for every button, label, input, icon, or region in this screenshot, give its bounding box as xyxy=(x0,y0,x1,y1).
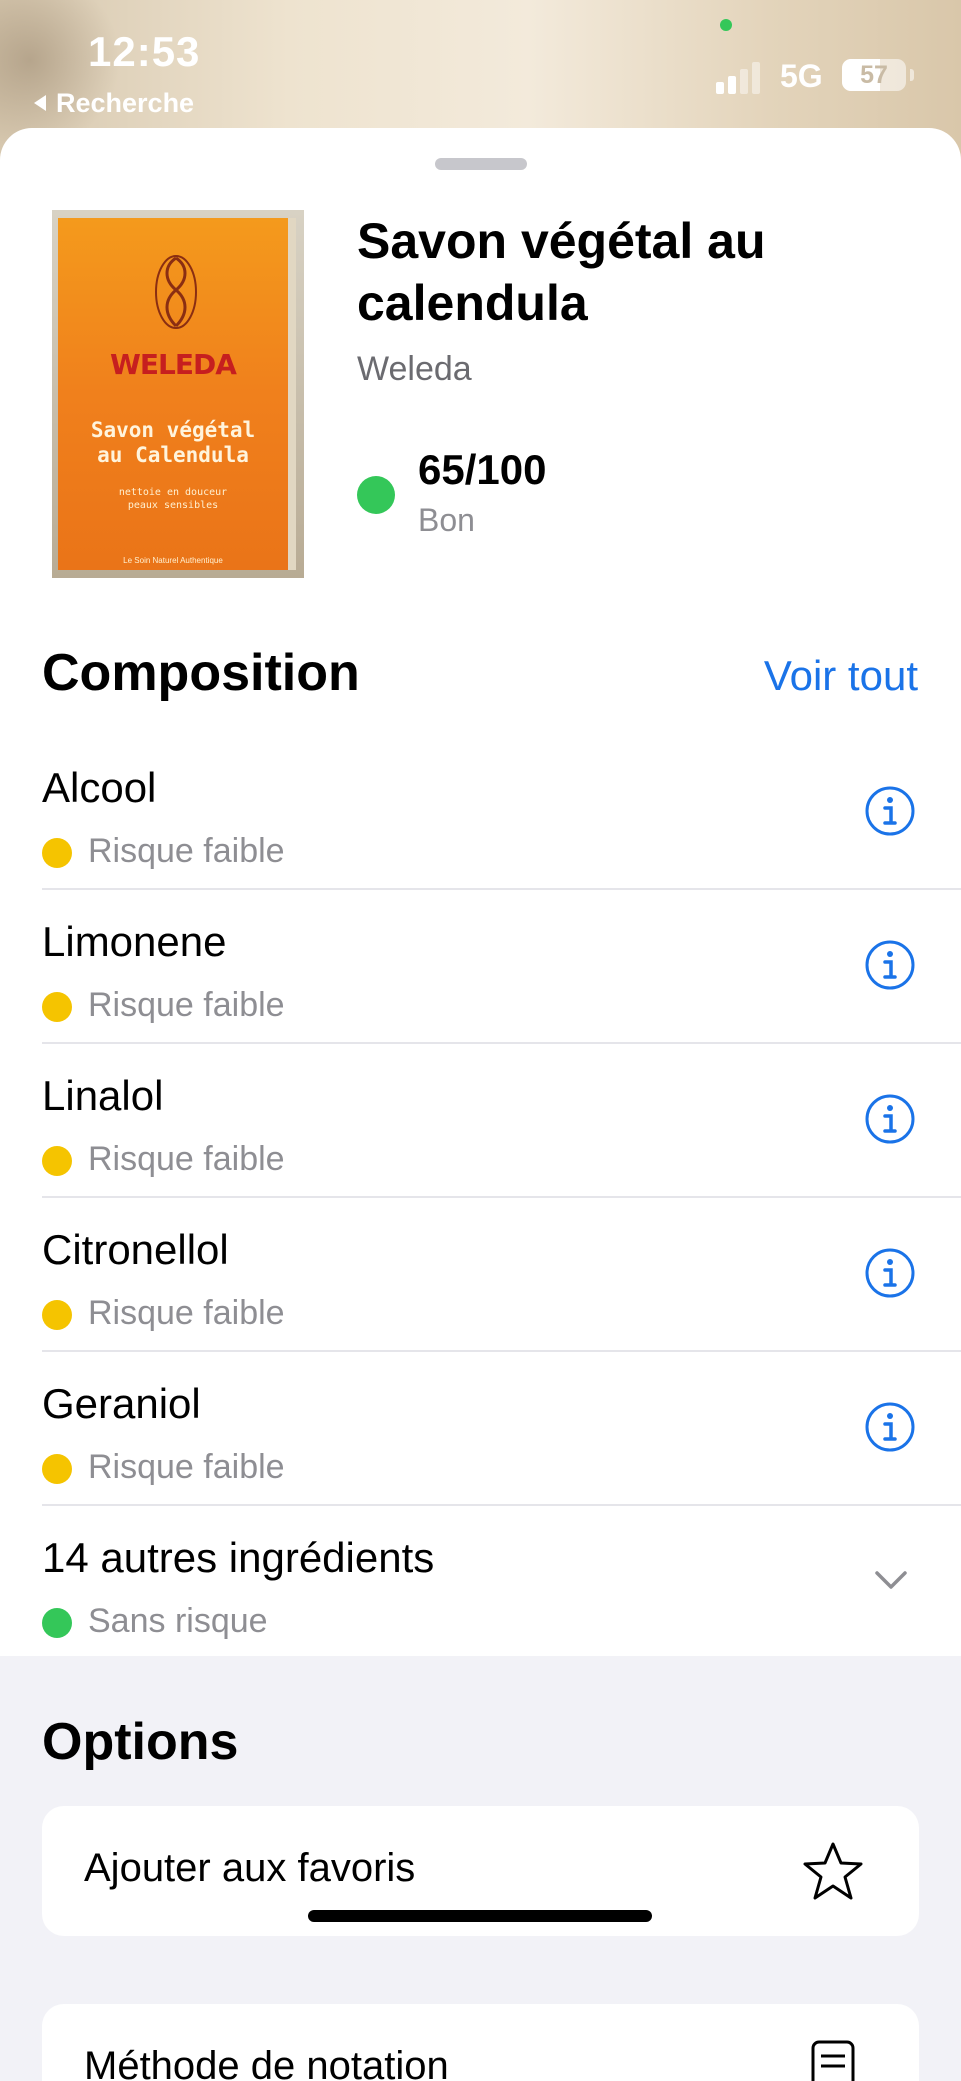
battery-icon: 57 xyxy=(842,59,914,91)
product-image: WELEDA Savon végétal au Calendula nettoi… xyxy=(52,210,304,578)
see-all-link[interactable]: Voir tout xyxy=(764,652,918,700)
back-arrow-icon xyxy=(34,95,46,111)
privacy-indicator-dot xyxy=(720,19,732,31)
risk-dot xyxy=(42,1608,72,1638)
product-rating: Bon xyxy=(418,502,475,538)
status-time: 12:53 xyxy=(88,28,201,75)
ingredient-name: Alcool xyxy=(42,764,157,811)
ingredient-name: 14 autres ingrédients xyxy=(42,1534,435,1581)
back-label: Recherche xyxy=(56,88,195,118)
product-sheet: WELEDA Savon végétal au Calendula nettoi… xyxy=(0,128,961,2081)
risk-dot xyxy=(42,1146,72,1176)
ingredient-risk: Risque faible xyxy=(88,1448,285,1486)
info-icon[interactable] xyxy=(864,1401,916,1453)
product-box: WELEDA Savon végétal au Calendula nettoi… xyxy=(58,218,296,570)
ingredient-risk: Risque faible xyxy=(88,1140,285,1178)
risk-dot xyxy=(42,838,72,868)
rating-method-label: Méthode de notation xyxy=(84,2044,449,2081)
ingredient-row[interactable]: Alcool Risque faible xyxy=(0,736,961,890)
info-icon[interactable] xyxy=(864,939,916,991)
box-footer: Le Soin Naturel Authentique xyxy=(123,556,223,565)
weleda-emblem-icon xyxy=(155,255,197,329)
signal-icon xyxy=(716,60,766,94)
favorites-label: Ajouter aux favoris xyxy=(84,1846,416,1890)
ingredient-name: Geraniol xyxy=(42,1380,201,1427)
ingredient-row[interactable]: Linalol Risque faible xyxy=(0,1044,961,1198)
risk-dot xyxy=(42,1300,72,1330)
ingredient-row[interactable]: Limonene Risque faible xyxy=(0,890,961,1044)
risk-dot xyxy=(42,1454,72,1484)
product-name: Savon végétal au calendula xyxy=(357,213,766,331)
info-icon[interactable] xyxy=(864,785,916,837)
box-subtitle: nettoie en douceur peaux sensibles xyxy=(118,487,228,511)
score-indicator-dot xyxy=(357,476,395,514)
ingredient-name: Limonene xyxy=(42,918,227,965)
product-score: 65/100 xyxy=(418,446,547,493)
status-bar: 12:53 Recherche 5G 57 xyxy=(0,0,961,128)
ingredient-name: Citronellol xyxy=(42,1226,229,1273)
ingredient-risk: Sans risque xyxy=(88,1602,268,1640)
ingredient-list: Alcool Risque faible Limonene Risque faible… xyxy=(0,736,961,1660)
box-title: Savon végétal au Calendula xyxy=(90,418,256,467)
network-type: 5G xyxy=(780,58,823,94)
ingredient-name: Linalol xyxy=(42,1072,164,1119)
home-indicator[interactable] xyxy=(308,1910,652,1922)
rating-method-button[interactable]: Méthode de notation xyxy=(42,2004,919,2081)
ingredient-risk: Risque faible xyxy=(88,986,285,1024)
ingredient-row[interactable]: Citronellol Risque faible xyxy=(0,1198,961,1352)
back-to-search-link[interactable]: Recherche xyxy=(34,88,194,119)
ingredient-risk: Risque faible xyxy=(88,832,285,870)
composition-title: Composition xyxy=(42,644,360,702)
options-title: Options xyxy=(42,1713,239,1771)
ingredient-row[interactable]: Geraniol Risque faible xyxy=(0,1352,961,1506)
product-brand: Weleda xyxy=(357,350,472,388)
box-brand-text: WELEDA xyxy=(110,348,237,381)
star-icon xyxy=(803,1842,863,1900)
risk-dot xyxy=(42,992,72,1022)
options-section: Options Ajouter aux favoris Méthode de n… xyxy=(0,1656,961,2081)
document-icon xyxy=(811,2040,855,2081)
ingredient-risk: Risque faible xyxy=(88,1294,285,1332)
sheet-grabber[interactable] xyxy=(435,158,527,170)
info-icon[interactable] xyxy=(864,1247,916,1299)
chevron-down-icon[interactable] xyxy=(873,1569,909,1591)
ingredient-row[interactable]: 14 autres ingrédients Sans risque xyxy=(0,1506,961,1660)
info-icon[interactable] xyxy=(864,1093,916,1145)
battery-level: 57 xyxy=(860,61,888,89)
